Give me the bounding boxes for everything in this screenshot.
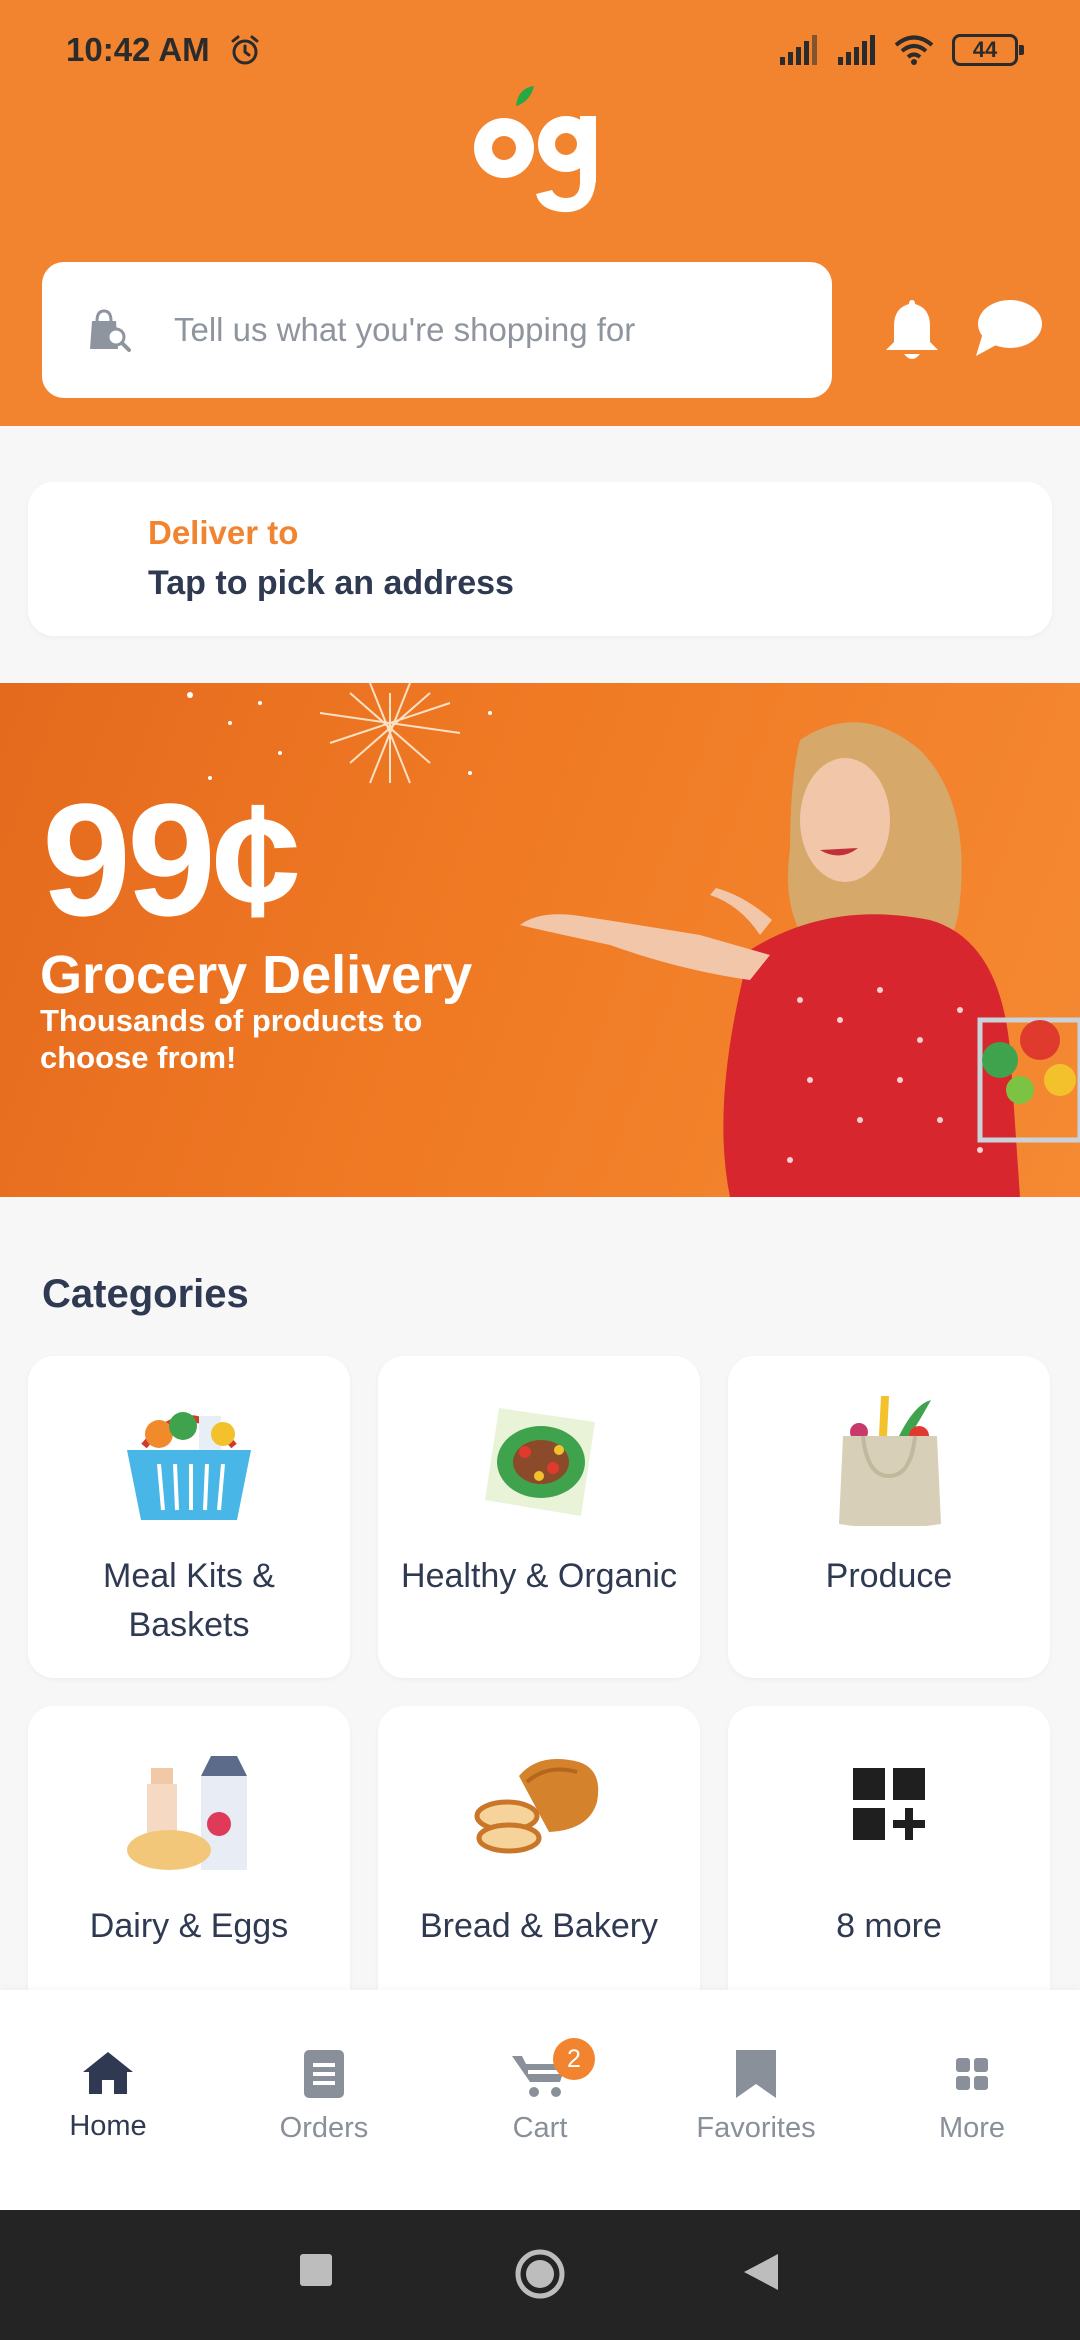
nav-home[interactable]: Home [0, 2050, 216, 2143]
category-label: Healthy & Organic [401, 1557, 677, 1595]
signal-icon [838, 35, 875, 65]
nav-orders[interactable]: Orders [216, 2050, 432, 2145]
nav-label: Home [69, 2110, 147, 2142]
more-grid-icon [956, 2058, 988, 2090]
categories-heading: Categories [42, 1272, 249, 1316]
category-label: Produce [825, 1557, 953, 1595]
status-time: 10:42 AM [66, 31, 210, 68]
cart-count-badge: 2 [553, 2038, 595, 2080]
battery-level: 44 [972, 37, 998, 62]
banner-subtitle: Thousands of products to choose from! [40, 1003, 423, 1075]
search-input[interactable] [174, 311, 814, 349]
category-card-more[interactable]: 8 more [728, 1706, 1050, 2028]
dairy-icon [127, 1756, 247, 1870]
bread-icon [474, 1759, 599, 1854]
nav-label: Favorites [696, 2112, 816, 2144]
signal-icon [780, 35, 817, 65]
salad-icon [485, 1408, 595, 1516]
search-box[interactable] [42, 262, 832, 398]
status-left: 10:42 AM [66, 31, 262, 69]
nav-more[interactable]: More [864, 2050, 1080, 2145]
category-card-dairy-eggs[interactable]: Dairy & Eggs [28, 1706, 350, 2028]
category-label: 8 more [836, 1907, 942, 1945]
alarm-icon [231, 35, 259, 65]
produce-bag-icon [839, 1396, 941, 1526]
category-card-bread-bakery[interactable]: Bread & Bakery [378, 1706, 700, 2028]
basket-icon [127, 1412, 251, 1520]
bell-icon[interactable] [882, 296, 942, 364]
wifi-icon [894, 35, 934, 65]
promo-model-image [520, 722, 1080, 1197]
nav-label: More [938, 2112, 1006, 2144]
status-bar: 10:42 AM 44 [0, 0, 1080, 100]
nav-cart[interactable]: Cart [432, 2050, 648, 2145]
app-header: 10:42 AM 44 Tell us what you're shopping… [0, 0, 1080, 426]
banner-title: Grocery Delivery [40, 945, 473, 1005]
home-icon [83, 2052, 133, 2094]
og-logo [474, 86, 596, 213]
nav-label: Cart [512, 2112, 568, 2144]
orders-icon [304, 2050, 344, 2098]
deliver-address-prompt[interactable]: Tap to pick an address [148, 564, 514, 603]
battery-icon: 44 [952, 34, 1024, 66]
grid-plus-icon [853, 1768, 925, 1840]
system-navigation-bar [0, 2210, 1080, 2340]
category-card-produce[interactable]: Produce [728, 1356, 1050, 1678]
deliver-to-card[interactable] [28, 482, 1052, 636]
shopping-bag-search-icon [90, 309, 131, 352]
category-card-meal-kits[interactable]: Meal Kits & Baskets [28, 1356, 350, 1678]
deliver-to-label: Deliver to [148, 514, 299, 551]
nav-favorites[interactable]: Favorites [648, 2050, 864, 2145]
recents-square-icon[interactable] [300, 2254, 332, 2286]
home-circle-icon[interactable] [514, 2248, 566, 2300]
back-triangle-icon[interactable] [744, 2254, 778, 2290]
banner-price: 99¢ [42, 770, 301, 949]
status-right: 44 [778, 34, 1024, 66]
nav-label: Orders [279, 2112, 369, 2144]
category-card-healthy-organic[interactable]: Healthy & Organic [378, 1356, 700, 1678]
category-label: Dairy & Eggs [89, 1907, 289, 1945]
category-label: Bread & Bakery [419, 1907, 659, 1945]
bookmark-icon [736, 2050, 776, 2098]
chat-bubble-icon[interactable] [974, 298, 1044, 360]
category-label: Meal Kits & Baskets [103, 1557, 275, 1644]
